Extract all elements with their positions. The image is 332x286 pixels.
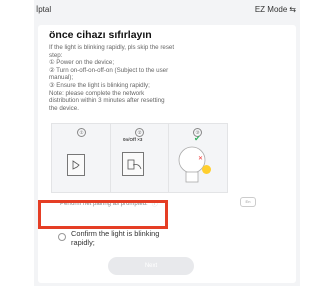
- power-switch-icon: [67, 154, 85, 176]
- close-icon: ✕: [198, 156, 204, 162]
- instruction-line: step:: [49, 51, 63, 59]
- hand-switch-icon: [122, 152, 144, 176]
- instruction-line: distribution within 3 minutes after rese…: [49, 97, 165, 105]
- ez-mode-label: EZ Mode: [254, 5, 288, 14]
- instruction-line: If the light is blinking rapidly, pls sk…: [49, 44, 175, 51]
- illustration-step-2: ② 0n/Off ×3: [110, 124, 169, 192]
- reset-card: önce cihazı sıfırlayın If the light is b…: [38, 25, 296, 283]
- top-bar: İptal EZ Mode ⇆: [34, 0, 300, 20]
- page-title: önce cihazı sıfırlayın: [49, 29, 152, 41]
- phone-screen: İptal EZ Mode ⇆ önce cihazı sıfırlayın I…: [34, 0, 300, 286]
- language-toggle[interactable]: En: [240, 197, 256, 207]
- cancel-button[interactable]: İptal: [36, 5, 51, 14]
- instruction-line: Note: please complete the network: [49, 89, 145, 97]
- step-number: ①: [77, 128, 86, 137]
- instruction-line: ② Turn on-off-on-off-on (Subject to the …: [49, 66, 169, 74]
- onoff-label: 0n/Off ×3: [123, 137, 143, 142]
- instructions: If the light is blinking rapidly, pls sk…: [49, 44, 281, 112]
- confirm-text: Confirm the light is blinking rapidly;: [71, 229, 160, 247]
- lit-bulb-icon: [202, 165, 211, 174]
- check-icon: ✔: [194, 134, 201, 143]
- instruction-line: ③ Ensure the light is blinking rapidly;: [49, 81, 150, 89]
- illustration-step-3: ③ ✔: [168, 124, 226, 192]
- instruction-line: manual);: [49, 74, 74, 82]
- swap-icon: ⇆: [289, 5, 296, 14]
- next-button[interactable]: Next: [108, 257, 194, 275]
- step-number: ②: [135, 128, 144, 137]
- illustration-step-1: ①: [52, 124, 111, 192]
- ez-mode-button[interactable]: EZ Mode ⇆: [255, 5, 296, 14]
- instruction-line: the device.: [49, 104, 79, 112]
- instruction-line: ① Power on the device;: [49, 59, 115, 67]
- highlight-box: [38, 200, 168, 229]
- confirm-radio[interactable]: [58, 233, 66, 241]
